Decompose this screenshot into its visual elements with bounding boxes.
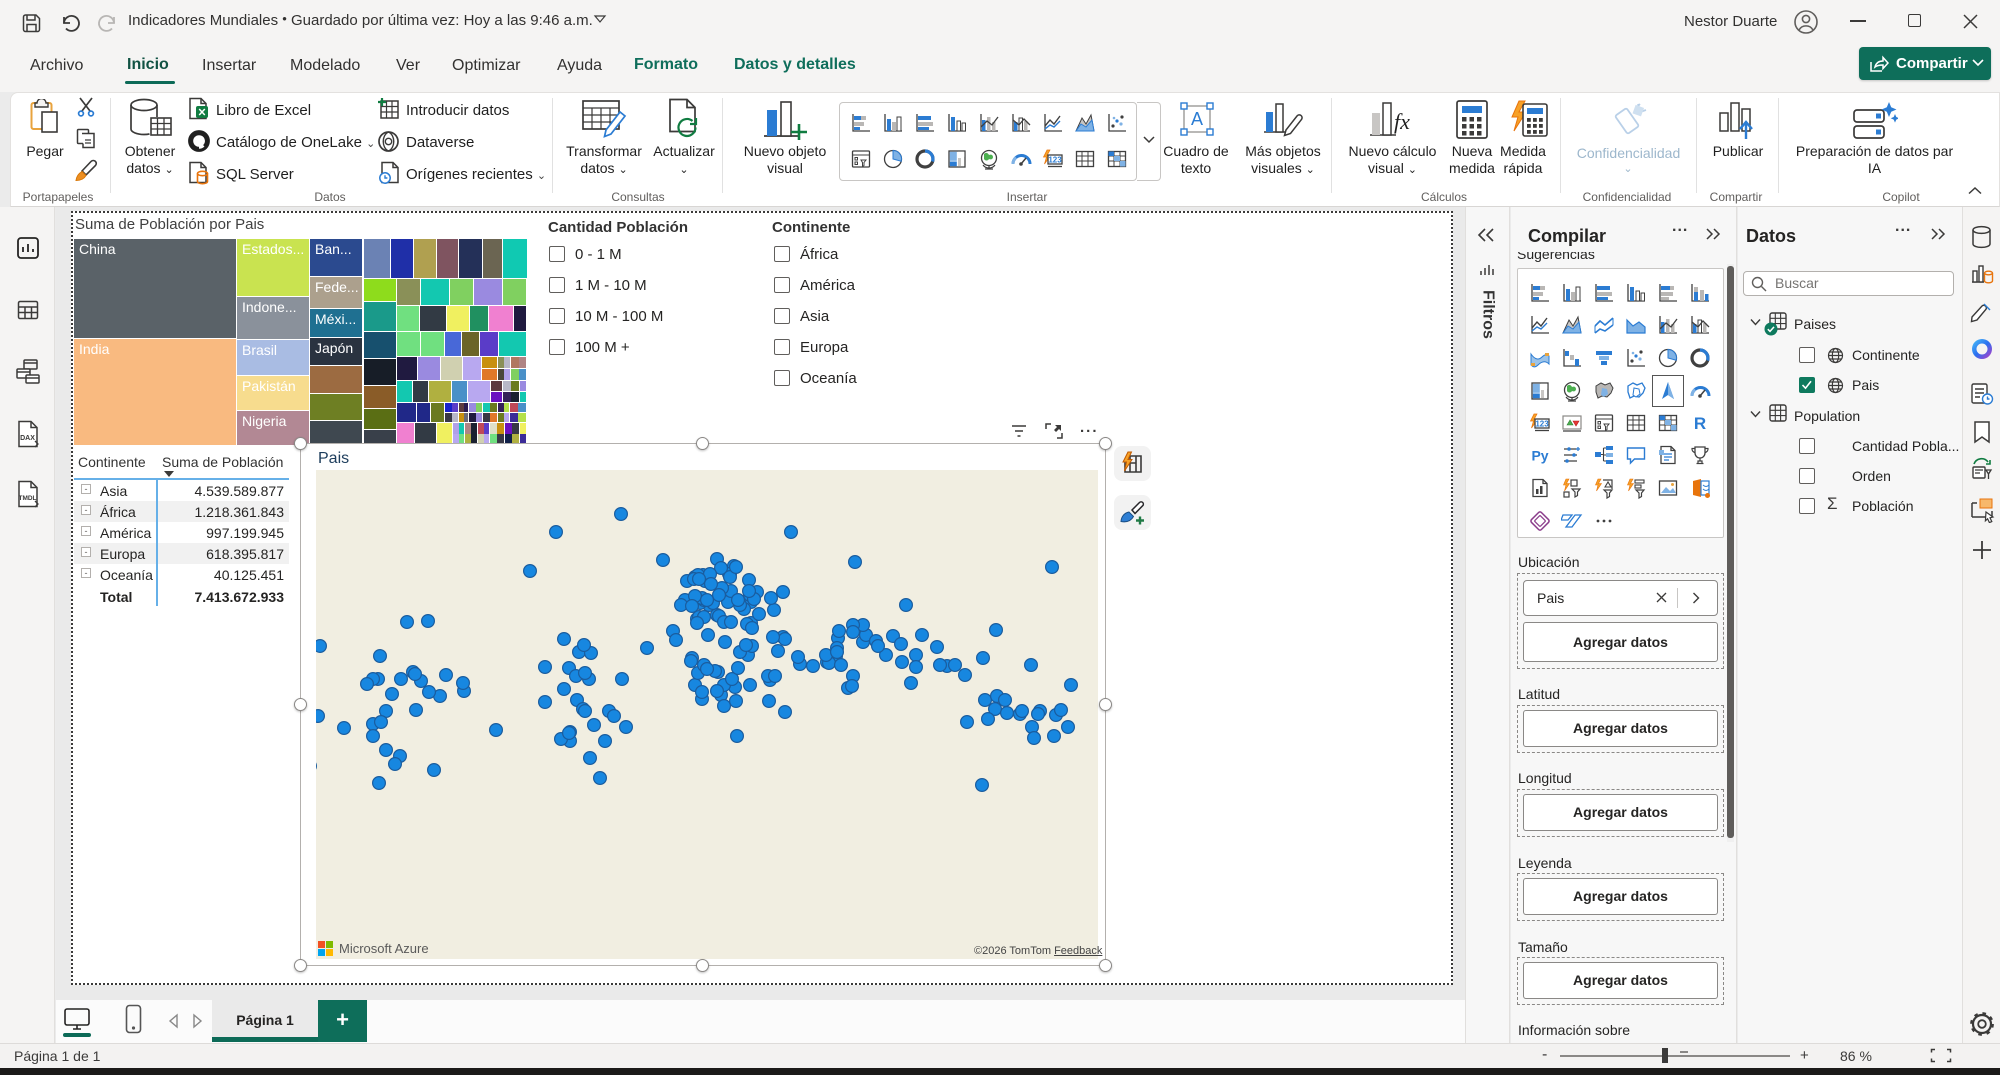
svg-text:R: R [1694,414,1706,433]
svg-text:fx: fx [1394,109,1410,134]
svg-text:DAX: DAX [20,435,35,442]
svg-text:123: 123 [1048,156,1062,165]
svg-text:Py: Py [1531,448,1548,464]
svg-text:123: 123 [1535,420,1549,429]
svg-text:TMDL: TMDL [18,495,36,502]
svg-text:A: A [1191,109,1203,129]
